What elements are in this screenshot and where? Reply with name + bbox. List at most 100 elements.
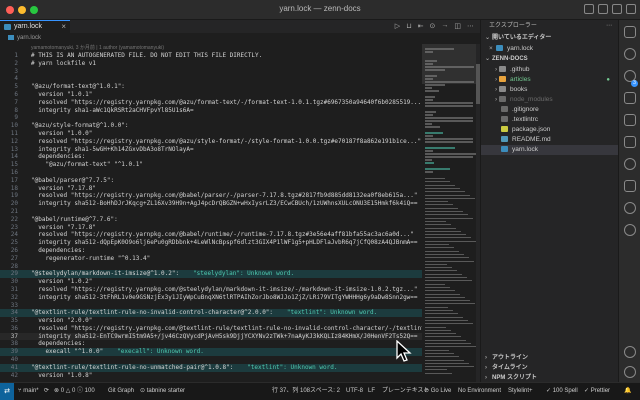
environment-status[interactable]: No Environment [458, 383, 501, 400]
code-line[interactable]: 15 "@azu/format-text" "^1.0.1" [0, 161, 422, 169]
code-line[interactable]: 4 [0, 75, 422, 83]
code-line[interactable]: 30 version "1.0.2" [0, 278, 422, 286]
code-line[interactable]: 23 version "7.17.8" [0, 224, 422, 232]
code-line[interactable]: 25 integrity sha512-dQpEpK0O9o6lj6ePu0gR… [0, 239, 422, 247]
code-editor[interactable]: 1 # THIS IS AN AUTOGENERATED FILE. DO NOT… [0, 52, 422, 382]
editor-action-5-icon[interactable]: ◫ [454, 22, 461, 30]
code-line[interactable]: 24 resolved "https://registry.yarnpkg.co… [0, 231, 422, 239]
go-live-button[interactable]: ⊙ Go Live [424, 383, 451, 400]
code-line[interactable]: 2 # yarn lockfile v1 [0, 60, 422, 68]
toggle-sidebar-icon[interactable] [584, 4, 594, 14]
git-graph-icon[interactable] [624, 158, 636, 170]
cursor-position[interactable]: 行 37、列 108 [272, 383, 310, 400]
tree-item-github[interactable]: › .github [481, 65, 618, 75]
project-header[interactable]: ⌄ ZENN-DOCS [481, 54, 618, 65]
code-line[interactable]: 39 execall "^1.0.0" "execall": Unknown wo… [0, 348, 422, 357]
code-line[interactable]: 10 "@azu/style-format@^1.0.0": [0, 122, 422, 130]
editor-action-1-icon[interactable]: ⊔ [406, 22, 411, 30]
prettier-status[interactable]: ✓ Prettier [584, 383, 610, 400]
eol-status[interactable]: LF [368, 383, 375, 400]
testing-icon[interactable] [624, 180, 636, 192]
tabnine-status[interactable]: ⊙ tabnine starter [140, 383, 185, 400]
code-line[interactable]: 36 resolved "https://registry.yarnpkg.co… [0, 325, 422, 333]
editor-action-2-icon[interactable]: ⇤ [418, 22, 424, 30]
editor-action-4-icon[interactable]: → [441, 22, 448, 30]
run-debug-icon[interactable] [624, 92, 636, 104]
code-line[interactable]: 18 version "7.17.8" [0, 185, 422, 193]
code-line[interactable]: 42 version "1.0.8" [0, 372, 422, 380]
code-line[interactable]: 7 resolved "https://registry.yarnpkg.com… [0, 99, 422, 107]
editor-action-3-icon[interactable]: ⊙ [430, 22, 436, 30]
code-line[interactable]: 26 dependencies: [0, 247, 422, 255]
extensions-icon[interactable] [624, 114, 636, 126]
notifications-icon[interactable]: 🔔 [624, 383, 631, 400]
code-line[interactable]: 6 version "1.0.1" [0, 91, 422, 99]
breadcrumb[interactable]: yarn.lock [0, 33, 480, 44]
code-line[interactable]: 14 dependencies: [0, 153, 422, 161]
problems-indicator[interactable]: ⊗ 0 △ 0 ⓘ 100 [54, 383, 95, 400]
code-line[interactable]: 40 [0, 356, 422, 364]
tree-item-node-modules[interactable]: › node_modules [481, 95, 618, 105]
tree-item-gitignore[interactable]: .gitignore [481, 105, 618, 115]
tree-item-readme-md[interactable]: README.md [481, 135, 618, 145]
code-line[interactable]: 22 "@babel/runtime@^7.7.6": [0, 216, 422, 224]
minimap[interactable] [422, 44, 480, 382]
encoding-status[interactable]: UTF-8 [346, 383, 363, 400]
remote-indicator-icon[interactable]: ⇄ [0, 383, 14, 400]
outline-section[interactable]: › アウトライン [481, 354, 619, 363]
code-line[interactable]: 1 # THIS IS AN AUTOGENERATED FILE. DO NOT… [0, 52, 422, 60]
docker-icon[interactable] [624, 202, 636, 214]
tree-item-package-json[interactable]: package.json [481, 125, 618, 135]
timeline-section[interactable]: › タイムライン [481, 364, 619, 373]
remote-explorer-icon[interactable] [624, 136, 636, 148]
code-line[interactable]: 21 [0, 208, 422, 216]
code-line[interactable]: 27 regenerator-runtime "^0.13.4" [0, 255, 422, 263]
code-line[interactable]: 13 integrity sha1-5wGH+Kh14ZGxvDbA3o8TrN… [0, 146, 422, 154]
code-line[interactable]: 17 "@babel/parser@^7.7.5": [0, 177, 422, 185]
editor-action-0-icon[interactable]: ▷ [395, 22, 400, 30]
indentation-status[interactable]: スペース: 2 [310, 383, 340, 400]
git-branch[interactable]: ⑂ main* [18, 383, 39, 400]
tree-item-textlintrc[interactable]: .textlintrc [481, 115, 618, 125]
code-line[interactable]: 41 "@textlint-rule/textlint-rule-no-unmat… [0, 363, 422, 372]
breadcrumb-file[interactable]: yarn.lock [17, 35, 41, 41]
code-line[interactable]: 16 [0, 169, 422, 177]
close-icon[interactable]: × [489, 44, 496, 54]
close-icon[interactable]: × [61, 21, 66, 33]
sync-icon[interactable]: ⟳ [44, 383, 49, 400]
open-editors-header[interactable]: ⌄ 開いているエディター [481, 33, 618, 44]
tab-yarn-lock[interactable]: yarn.lock × [0, 20, 70, 33]
tree-item-yarn-lock[interactable]: yarn.lock [481, 145, 618, 155]
code-line[interactable]: 12 resolved "https://registry.yarnpkg.co… [0, 138, 422, 146]
code-line[interactable]: 19 resolved "https://registry.yarnpkg.co… [0, 192, 422, 200]
code-line[interactable]: 11 version "1.0.0" [0, 130, 422, 138]
code-line[interactable]: 29 "@steelydylan/markdown-it-imsize@^1.0.… [0, 270, 422, 279]
code-line[interactable]: 9 [0, 114, 422, 122]
stylelint-status[interactable]: Stylelint+ [508, 383, 533, 400]
code-line[interactable]: 8 integrity sha1-aWc1QkRSRt2aCHVFpvYl85U… [0, 107, 422, 115]
spell-status[interactable]: ✓ 100 Spell [546, 383, 578, 400]
explorer-icon[interactable] [624, 26, 636, 38]
code-line[interactable]: 37 integrity sha512-EnTC9wrmI5tm9A5+/jv4… [0, 332, 422, 341]
git-graph-status[interactable]: Git Graph [108, 383, 134, 400]
account-icon[interactable] [624, 346, 636, 358]
live-share-icon[interactable] [624, 224, 636, 236]
code-line[interactable]: 33 [0, 302, 422, 310]
more-actions-icon[interactable]: ⋯ [606, 20, 612, 33]
toggle-secondary-sidebar-icon[interactable] [612, 4, 622, 14]
code-line[interactable]: 38 dependencies: [0, 340, 422, 348]
editor-action-6-icon[interactable]: ⋯ [467, 22, 474, 30]
code-line[interactable]: 34 "@textlint-rule/textlint-rule-no-inval… [0, 309, 422, 318]
toggle-panel-icon[interactable] [598, 4, 608, 14]
code-line[interactable]: 32 integrity sha512-3tFhRL1v0e9GSNzjEx3y… [0, 294, 422, 302]
tree-item-articles[interactable]: › articles ● [481, 75, 618, 85]
code-line[interactable]: 35 version "2.0.0" [0, 317, 422, 325]
open-editor-yarn-lock[interactable]: × yarn.lock [481, 44, 618, 54]
code-line[interactable]: 20 integrity sha512-BoHhDJrJKqcg+ZL16Xv3… [0, 200, 422, 208]
code-line[interactable]: 28 [0, 263, 422, 271]
gear-icon[interactable] [624, 366, 636, 378]
customize-layout-icon[interactable] [626, 4, 636, 14]
code-line[interactable]: 5 "@azu/format-text@^1.0.1": [0, 83, 422, 91]
tree-item-books[interactable]: › books [481, 85, 618, 95]
search-icon[interactable] [624, 48, 636, 60]
